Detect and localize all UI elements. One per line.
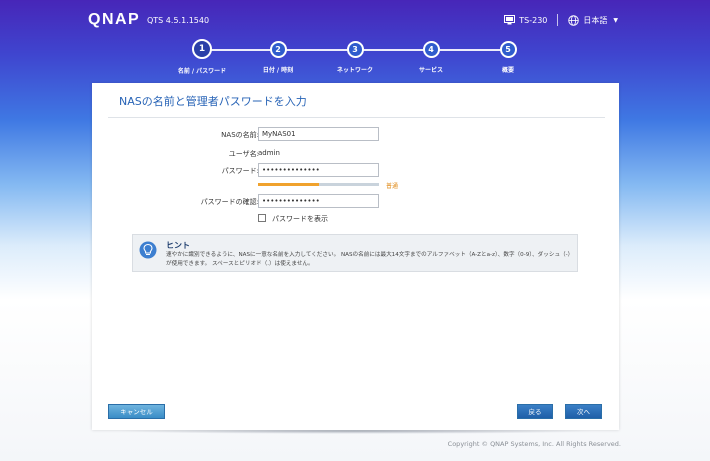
confirm-password-input[interactable]: •••••••••••••• — [258, 194, 379, 208]
back-button[interactable]: 戻る — [517, 404, 553, 419]
password-strength-fill — [258, 183, 319, 186]
cancel-button[interactable]: キャンセル — [108, 404, 165, 419]
confirm-password-label: パスワードの確認: — [200, 198, 259, 206]
step-number: 1 — [192, 39, 212, 59]
username-value: admin — [258, 149, 280, 157]
step-label: 概要 — [501, 67, 514, 74]
nas-name-input[interactable]: MyNAS01 — [258, 127, 379, 141]
step-number: 2 — [269, 41, 287, 58]
step-number: 3 — [346, 41, 364, 58]
username-label: ユーザ名: — [228, 150, 259, 158]
lightbulb-icon — [139, 241, 157, 259]
qnap-logo: QNAP — [88, 11, 141, 28]
step-number: 5 — [499, 41, 517, 58]
device-name: TS-230 — [519, 15, 548, 25]
next-button[interactable]: 次へ — [565, 404, 602, 419]
header-divider — [557, 14, 559, 26]
step-5: 5 概要 — [463, 40, 553, 74]
globe-icon — [568, 14, 580, 26]
firmware-version: QTS 4.5.1.1540 — [147, 16, 210, 25]
language-label: 日本語 — [583, 15, 608, 25]
password-label: パスワード: — [221, 167, 259, 175]
password-strength-bar — [258, 183, 379, 186]
hint-title: ヒント — [166, 241, 190, 250]
password-input[interactable]: •••••••••••••• — [258, 163, 379, 177]
show-password-checkbox[interactable] — [258, 214, 266, 222]
copyright-text: Copyright © QNAP Systems, Inc. All Right… — [447, 440, 621, 448]
panel-title: NASの名前と管理者パスワードを入力 — [119, 95, 307, 108]
title-divider — [108, 117, 605, 118]
chevron-down-icon: ▼ — [613, 16, 618, 24]
hint-box: ヒント 速やかに識別できるように、NASに一意な名前を入力してください。 NAS… — [132, 234, 578, 272]
nas-name-label: NASの名前: — [221, 131, 259, 139]
wizard-stepper: 1 名前 / パスワード 2 日付 / 時刻 3 ネットワーク 4 サービス 5… — [0, 39, 710, 80]
password-strength-label: 普通 — [386, 183, 399, 190]
language-selector[interactable]: 日本語 ▼ — [568, 14, 618, 26]
setup-panel: NASの名前と管理者パスワードを入力 NASの名前: MyNAS01 ユーザ名:… — [92, 83, 619, 430]
step-number: 4 — [422, 41, 440, 58]
monitor-icon — [504, 15, 516, 25]
header-right: TS-230 日本語 ▼ — [504, 13, 618, 27]
show-password-label[interactable]: パスワードを表示 — [272, 214, 328, 224]
hint-text: 速やかに識別できるように、NASに一意な名前を入力してください。 NASの名前に… — [166, 252, 574, 267]
